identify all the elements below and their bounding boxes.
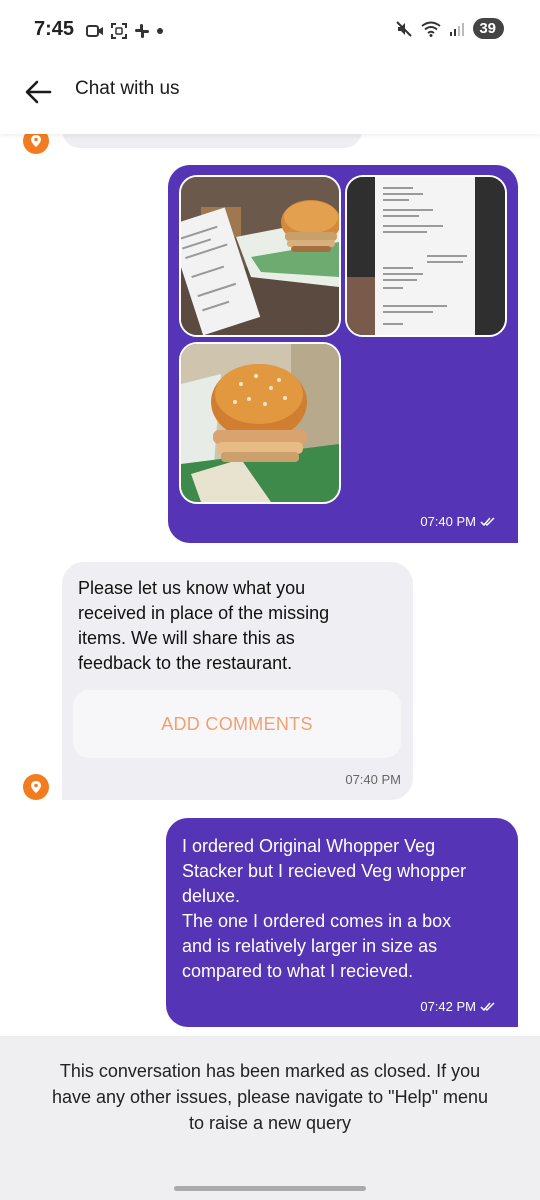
- user-message-bubble: I ordered Original Whopper Veg Stacker b…: [166, 818, 518, 1027]
- support-message-text: Please let us know what you received in …: [78, 576, 408, 676]
- message-line: received in place of the missing: [78, 603, 330, 623]
- support-avatar: [23, 774, 49, 800]
- screenshot-icon: [111, 23, 127, 39]
- message-line: feedback to the restaurant.: [78, 653, 293, 673]
- user-message-text: I ordered Original Whopper Veg Stacker b…: [182, 834, 512, 984]
- status-bar: 7:45 39: [0, 0, 540, 62]
- mute-icon: [396, 20, 413, 37]
- message-meta: 07:40 PM: [420, 514, 496, 529]
- wifi-icon: [421, 21, 441, 37]
- back-button[interactable]: [22, 76, 54, 108]
- image-attachment-burger[interactable]: [179, 342, 341, 504]
- message-line: I ordered Original Whopper Veg: [182, 836, 436, 856]
- image-attachment-receipt[interactable]: [345, 175, 507, 337]
- message-time: 07:40 PM: [420, 514, 476, 529]
- image-attachment-receipt-burger[interactable]: [179, 175, 341, 337]
- message-line: deluxe.: [182, 886, 241, 906]
- home-indicator[interactable]: [174, 1186, 366, 1191]
- arrow-left-icon: [25, 80, 52, 104]
- message-line: and is relatively larger in size as: [182, 936, 438, 956]
- conversation-closed-banner: This conversation has been marked as clo…: [0, 1036, 540, 1200]
- system-icons: 39: [395, 18, 504, 39]
- signal-icon: [450, 22, 465, 36]
- closed-notice-line: This conversation has been marked as clo…: [59, 1061, 481, 1081]
- message-line: Stacker but I recieved Veg whopper: [182, 861, 467, 881]
- page-title: Chat with us: [75, 78, 180, 99]
- message-meta: 07:42 PM: [420, 999, 496, 1014]
- location-pin-icon: [31, 135, 41, 147]
- support-message-bubble: Please let us know what you received in …: [62, 562, 413, 800]
- message-time: 07:42 PM: [420, 999, 476, 1014]
- support-avatar: [23, 134, 49, 154]
- image-message-bubble: 07:40 PM: [168, 165, 518, 543]
- more-notifications-dot-icon: [157, 28, 163, 34]
- closed-notice-line: have any other issues, please navigate t…: [51, 1087, 489, 1107]
- chat-thread[interactable]: 07:40 PM Please let us know what you rec…: [0, 134, 540, 1036]
- double-check-icon: [480, 1001, 495, 1011]
- message-line: The one I ordered comes in a box: [182, 911, 452, 931]
- burger-photo: [181, 344, 339, 502]
- closed-notice-text: This conversation has been marked as clo…: [20, 1058, 520, 1136]
- battery-indicator: 39: [473, 18, 504, 39]
- slack-icon: [135, 24, 149, 38]
- status-time: 7:45: [34, 18, 75, 40]
- message-time: 07:40 PM: [345, 772, 401, 787]
- message-line: Please let us know what you: [78, 578, 306, 598]
- location-pin-icon: [31, 781, 41, 793]
- add-comments-button[interactable]: ADD COMMENTS: [73, 690, 401, 758]
- double-check-icon: [480, 516, 495, 526]
- app-bar: Chat with us: [0, 62, 540, 134]
- closed-notice-line: to raise a new query: [188, 1113, 352, 1133]
- video-call-icon: [86, 25, 103, 37]
- previous-message-bubble: [62, 134, 362, 148]
- message-line: items. We will share this as: [78, 628, 295, 648]
- notification-icons: [86, 22, 164, 40]
- receipt-photo: [347, 177, 505, 335]
- receipt-burger-photo: [181, 177, 339, 335]
- message-line: compared to what I recieved.: [182, 961, 414, 981]
